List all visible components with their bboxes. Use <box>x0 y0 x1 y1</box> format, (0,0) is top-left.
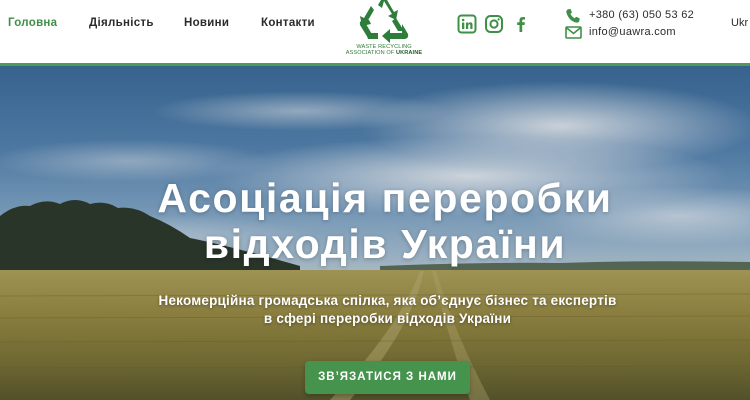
hero-subtitle: Некомерційна громадська спілка, яка об’є… <box>100 292 675 328</box>
nav-item-home[interactable]: Головна <box>8 17 57 29</box>
logo-text: WASTE RECYCLING ASSOCIATION OF UKRAINE <box>338 44 430 57</box>
phone-number[interactable]: +380 (63) 050 53 62 <box>589 9 694 21</box>
mail-icon <box>565 26 582 39</box>
nav-item-contacts[interactable]: Контакти <box>261 17 315 29</box>
phone-icon <box>566 9 580 23</box>
recycle-icon <box>359 0 409 43</box>
linkedin-icon[interactable] <box>457 14 477 34</box>
nav-item-activity[interactable]: Діяльність <box>89 17 154 29</box>
language-switcher[interactable]: Ukr <box>731 17 748 29</box>
hero-subtitle-line-2: в сфері переробки відходів України <box>263 311 512 326</box>
hero-subtitle-line-1: Некомерційна громадська спілка, яка об’є… <box>158 293 617 308</box>
contact-us-button[interactable]: ЗВ’ЯЗАТИСЯ З НАМИ <box>305 361 470 394</box>
hero-section: Асоціація переробки відходів України Нек… <box>0 66 750 400</box>
nav-item-news[interactable]: Новини <box>184 17 229 29</box>
logo-line-2-bold: UKRAINE <box>396 50 423 57</box>
hero-title-line-2: відходів України <box>203 221 567 267</box>
email-address[interactable]: info@uawra.com <box>589 26 676 38</box>
logo-line-1: WASTE RECYCLING <box>356 44 412 50</box>
facebook-icon[interactable] <box>511 14 531 34</box>
site-logo[interactable]: WASTE RECYCLING ASSOCIATION OF UKRAINE <box>338 0 430 62</box>
instagram-icon[interactable] <box>484 14 504 34</box>
hero-title: Асоціація переробки відходів України <box>75 175 695 267</box>
logo-line-2-prefix: ASSOCIATION OF <box>345 50 395 57</box>
site-header: Головна Діяльність Новини Контакти WASTE… <box>0 0 750 66</box>
hero-title-line-1: Асоціація переробки <box>157 175 613 221</box>
